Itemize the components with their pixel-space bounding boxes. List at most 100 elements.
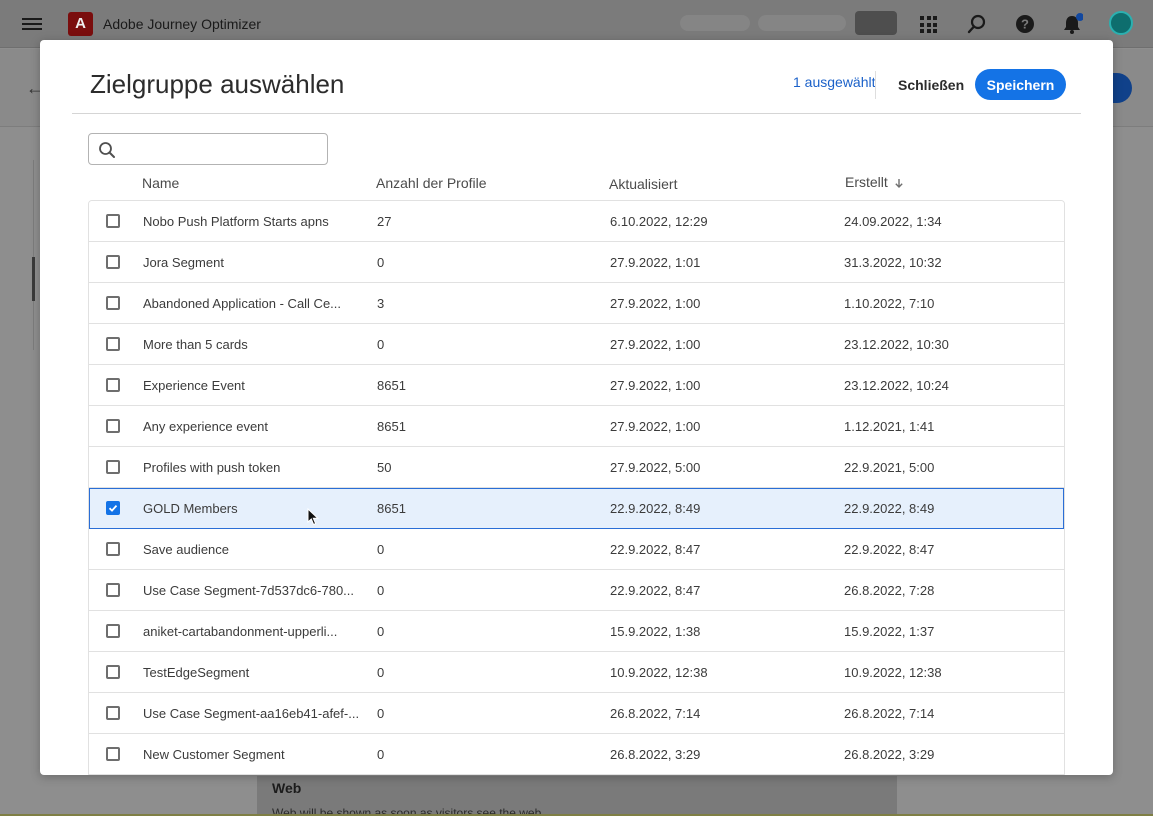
- row-checkbox[interactable]: [106, 419, 120, 433]
- cell-updated: 10.9.2022, 12:38: [610, 665, 708, 680]
- select-audience-dialog: Zielgruppe auswählen 1 ausgewählt Schlie…: [40, 40, 1113, 775]
- cell-profile-count: 0: [377, 337, 385, 352]
- row-checkbox[interactable]: [106, 747, 120, 761]
- cell-name: TestEdgeSegment: [143, 665, 250, 680]
- cell-updated: 26.8.2022, 7:14: [610, 706, 701, 721]
- table-row[interactable]: Any experience event 8651 27.9.2022, 1:00 1…: [89, 406, 1064, 447]
- divider: [72, 113, 1081, 114]
- user-avatar[interactable]: [1109, 11, 1133, 35]
- cell-profile-count: 0: [377, 583, 385, 598]
- cell-profile-count: 0: [377, 747, 385, 762]
- cell-updated: 15.9.2022, 1:38: [610, 624, 701, 639]
- background-section-title: Web: [272, 780, 302, 796]
- table-row[interactable]: aniket-cartabandonment-upperli... 0 15.9.2…: [89, 611, 1064, 652]
- cell-profile-count: 27: [377, 214, 392, 229]
- cell-profile-count: 0: [377, 255, 385, 270]
- checkmark-icon: [108, 504, 118, 512]
- row-checkbox[interactable]: [106, 542, 120, 556]
- column-header-created[interactable]: Erstellt: [845, 174, 904, 190]
- row-checkbox[interactable]: [106, 296, 120, 310]
- cell-updated: 27.9.2022, 1:00: [610, 337, 701, 352]
- table-row[interactable]: Jora Segment 0 27.9.2022, 1:01 31.3.2022, 1…: [89, 242, 1064, 283]
- row-checkbox[interactable]: [106, 255, 120, 269]
- row-checkbox[interactable]: [106, 583, 120, 597]
- search-icon[interactable]: [966, 13, 988, 35]
- help-icon[interactable]: ?: [1014, 13, 1036, 35]
- cell-created: 26.8.2022, 7:28: [844, 583, 935, 598]
- cell-created: 26.8.2022, 3:29: [844, 747, 935, 762]
- cell-updated: 22.9.2022, 8:47: [610, 583, 701, 598]
- cell-created: 22.9.2022, 8:49: [844, 501, 935, 516]
- row-checkbox[interactable]: [106, 706, 120, 720]
- cell-created: 15.9.2022, 1:37: [844, 624, 935, 639]
- selected-count-link[interactable]: 1 ausgewählt: [793, 74, 876, 90]
- hamburger-menu-icon[interactable]: [22, 15, 42, 33]
- cell-profile-count: 0: [377, 624, 385, 639]
- row-checkbox[interactable]: [106, 624, 120, 638]
- column-header-updated[interactable]: Aktualisiert: [609, 176, 677, 192]
- column-header-name[interactable]: Name: [142, 175, 179, 191]
- sort-descending-icon[interactable]: [894, 178, 904, 189]
- cell-name: Save audience: [143, 542, 230, 557]
- row-checkbox[interactable]: [106, 501, 120, 515]
- apps-grid-icon[interactable]: [920, 16, 937, 33]
- notification-bell-icon[interactable]: [1061, 13, 1083, 35]
- column-header-profile-count[interactable]: Anzahl der Profile: [376, 175, 487, 191]
- table-row[interactable]: GOLD Members 8651 22.9.2022, 8:49 22.9.2022…: [89, 488, 1064, 529]
- cell-updated: 27.9.2022, 1:00: [610, 419, 701, 434]
- mouse-cursor-icon: [307, 508, 319, 526]
- cell-updated: 27.9.2022, 1:00: [610, 296, 701, 311]
- cell-created: 10.9.2022, 12:38: [844, 665, 942, 680]
- cell-created: 1.12.2021, 1:41: [844, 419, 935, 434]
- cell-name: Nobo Push Platform Starts apns: [143, 214, 329, 229]
- row-checkbox[interactable]: [106, 378, 120, 392]
- cell-created: 23.12.2022, 10:24: [844, 378, 949, 393]
- table-row[interactable]: Profiles with push token 50 27.9.2022, 5:0…: [89, 447, 1064, 488]
- blurred-control: [758, 15, 846, 31]
- cell-updated: 22.9.2022, 8:49: [610, 501, 701, 516]
- blurred-button: [855, 11, 897, 35]
- cell-created: 24.09.2022, 1:34: [844, 214, 942, 229]
- divider: [33, 160, 34, 350]
- cell-profile-count: 3: [377, 296, 385, 311]
- cell-profile-count: 8651: [377, 501, 406, 516]
- cell-name: Experience Event: [143, 378, 245, 393]
- table-row[interactable]: Abandoned Application - Call Ce... 3 27.9.…: [89, 283, 1064, 324]
- dialog-title: Zielgruppe auswählen: [90, 69, 345, 99]
- table-row[interactable]: Save audience 0 22.9.2022, 8:47 22.9.2022, …: [89, 529, 1064, 570]
- table-row[interactable]: Nobo Push Platform Starts apns 27 6.10.202…: [89, 201, 1064, 242]
- search-field[interactable]: [88, 133, 328, 165]
- cell-updated: 27.9.2022, 5:00: [610, 460, 701, 475]
- cell-name: New Customer Segment: [143, 747, 285, 762]
- cell-name: Any experience event: [143, 419, 269, 434]
- cell-created: 23.12.2022, 10:30: [844, 337, 949, 352]
- cell-created: 22.9.2022, 8:47: [844, 542, 935, 557]
- table-row[interactable]: Use Case Segment-aa16eb41-afef-... 0 26.8.…: [89, 693, 1064, 734]
- search-input[interactable]: [125, 136, 321, 162]
- cell-created: 26.8.2022, 7:14: [844, 706, 935, 721]
- table-row[interactable]: TestEdgeSegment 0 10.9.2022, 12:38 10.9.202…: [89, 652, 1064, 693]
- table-row[interactable]: Use Case Segment-7d537dc6-780... 0 22.9.20…: [89, 570, 1064, 611]
- app-title: Adobe Journey Optimizer: [103, 16, 261, 32]
- table-row[interactable]: Experience Event 8651 27.9.2022, 1:00 23.12…: [89, 365, 1064, 406]
- row-checkbox[interactable]: [106, 665, 120, 679]
- cell-name: Abandoned Application - Call Ce...: [143, 296, 342, 311]
- cell-created: 31.3.2022, 10:32: [844, 255, 942, 270]
- row-checkbox[interactable]: [106, 460, 120, 474]
- cell-name: Use Case Segment-7d537dc6-780...: [143, 583, 355, 598]
- table-row[interactable]: New Customer Segment 0 26.8.2022, 3:29 26.8…: [89, 734, 1064, 775]
- column-header-created-label: Erstellt: [845, 174, 888, 190]
- cell-name: GOLD Members: [143, 501, 238, 516]
- adobe-logo-icon: A: [68, 12, 93, 36]
- cell-created: 1.10.2022, 7:10: [844, 296, 935, 311]
- cell-profile-count: 0: [377, 542, 385, 557]
- cell-profile-count: 8651: [377, 378, 406, 393]
- save-button[interactable]: Speichern: [975, 69, 1066, 100]
- row-checkbox[interactable]: [106, 214, 120, 228]
- audience-table: Nobo Push Platform Starts apns 27 6.10.202…: [88, 200, 1065, 775]
- close-button[interactable]: Schließen: [892, 70, 970, 100]
- svg-text:?: ?: [1021, 17, 1029, 32]
- table-row[interactable]: More than 5 cards 0 27.9.2022, 1:00 23.12.2…: [89, 324, 1064, 365]
- row-checkbox[interactable]: [106, 337, 120, 351]
- cell-profile-count: 8651: [377, 419, 406, 434]
